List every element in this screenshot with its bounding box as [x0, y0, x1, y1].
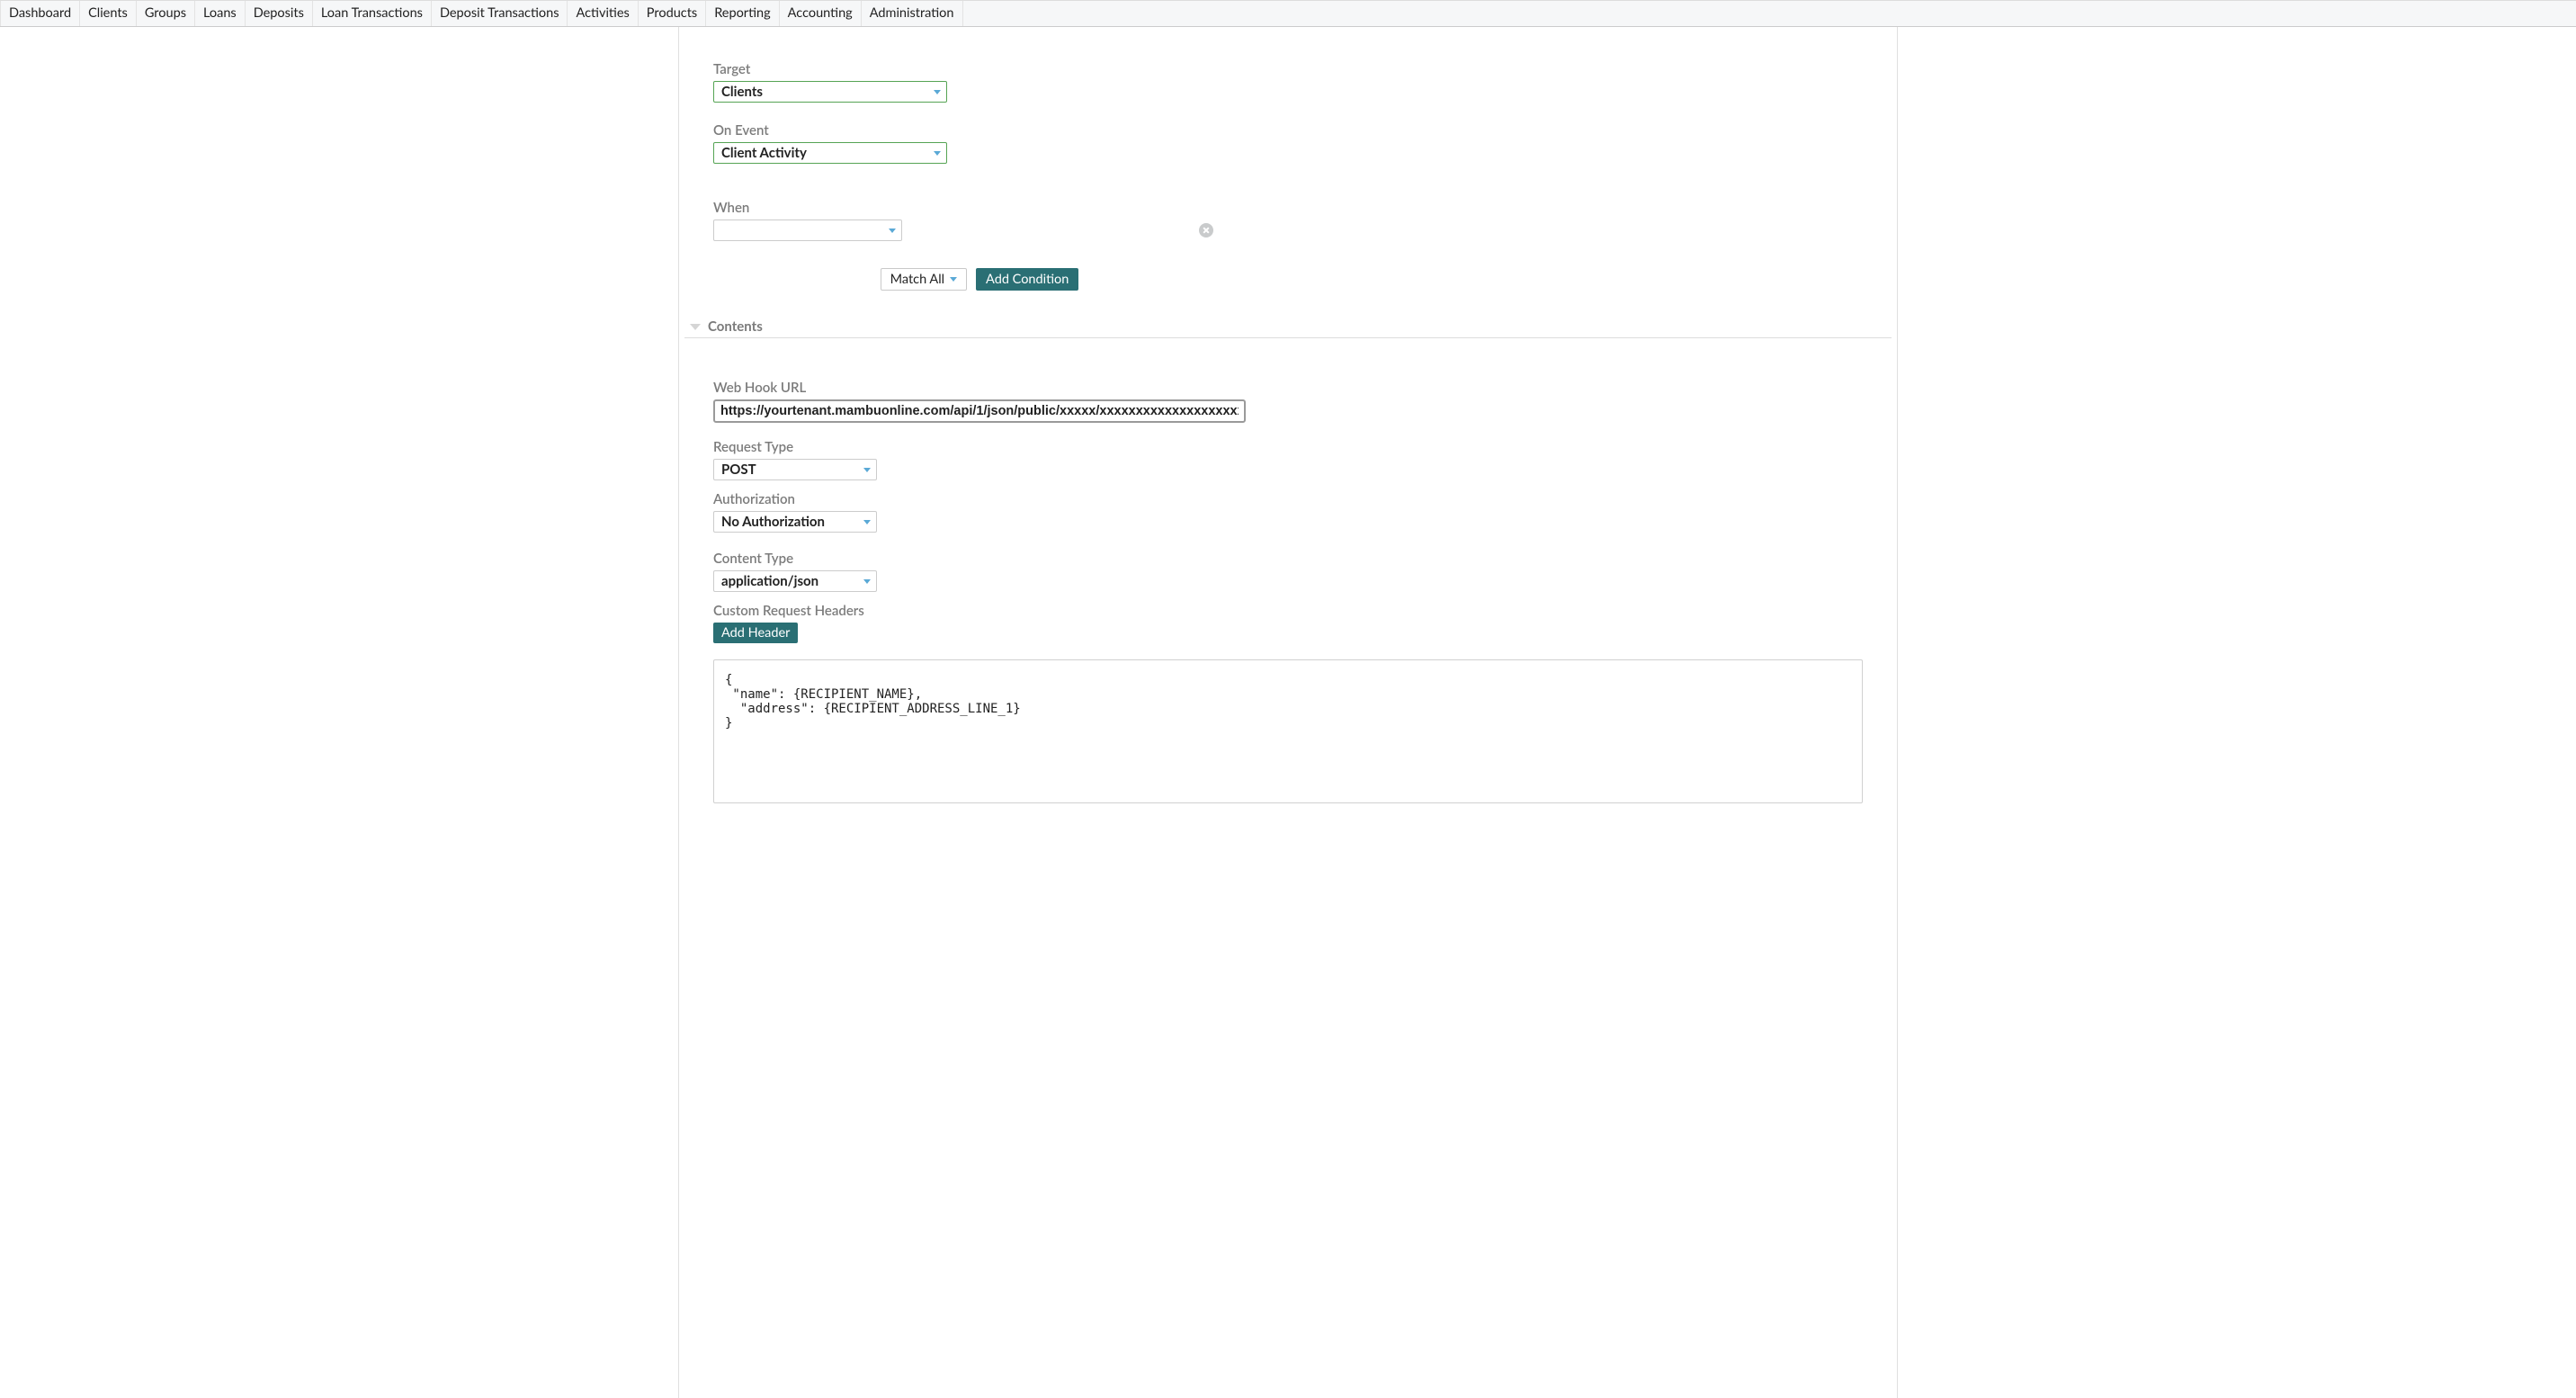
chevron-down-icon	[934, 90, 941, 94]
contents-title: Contents	[708, 318, 763, 335]
collapse-icon[interactable]	[690, 324, 701, 330]
chevron-down-icon	[934, 151, 941, 156]
nav-loan-transactions[interactable]: Loan Transactions	[313, 1, 432, 26]
authorization-value: No Authorization	[714, 514, 876, 530]
target-value: Clients	[714, 84, 946, 100]
nav-reporting[interactable]: Reporting	[706, 1, 779, 26]
match-all-label: Match All	[890, 272, 944, 287]
on-event-value: Client Activity	[714, 145, 946, 161]
chevron-down-icon	[863, 520, 871, 524]
contents-section-header: Contents	[684, 316, 1892, 338]
authorization-label: Authorization	[713, 491, 1863, 507]
chevron-down-icon	[950, 277, 957, 282]
remove-condition-icon[interactable]	[1199, 223, 1213, 237]
match-all-button[interactable]: Match All	[881, 268, 967, 291]
page-container: Target Clients On Event Client Activity …	[678, 27, 1898, 1398]
nav-accounting[interactable]: Accounting	[780, 1, 862, 26]
nav-deposits[interactable]: Deposits	[246, 1, 313, 26]
request-body-input[interactable]: { "name": {RECIPIENT_NAME}, "address": {…	[713, 659, 1863, 803]
custom-headers-label: Custom Request Headers	[713, 603, 1863, 619]
target-label: Target	[713, 61, 1863, 77]
nav-deposit-transactions[interactable]: Deposit Transactions	[432, 1, 568, 26]
add-header-label: Add Header	[721, 625, 790, 641]
nav-dashboard[interactable]: Dashboard	[0, 1, 80, 26]
webhook-url-input[interactable]	[713, 399, 1246, 423]
nav-activities[interactable]: Activities	[568, 1, 638, 26]
content-type-select[interactable]: application/json	[713, 570, 877, 592]
nav-products[interactable]: Products	[639, 1, 706, 26]
add-condition-button[interactable]: Add Condition	[976, 268, 1078, 291]
request-type-value: POST	[714, 462, 876, 478]
when-label: When	[713, 200, 1863, 216]
request-type-label: Request Type	[713, 439, 1863, 455]
content-type-value: application/json	[714, 573, 876, 589]
add-header-button[interactable]: Add Header	[713, 623, 798, 643]
nav-administration[interactable]: Administration	[862, 1, 963, 26]
target-select[interactable]: Clients	[713, 81, 947, 103]
chevron-down-icon	[863, 579, 871, 584]
request-type-select[interactable]: POST	[713, 459, 877, 480]
nav-loans[interactable]: Loans	[195, 1, 246, 26]
chevron-down-icon	[863, 468, 871, 472]
top-nav: Dashboard Clients Groups Loans Deposits …	[0, 0, 2576, 27]
on-event-select[interactable]: Client Activity	[713, 142, 947, 164]
on-event-label: On Event	[713, 122, 1863, 139]
authorization-select[interactable]: No Authorization	[713, 511, 877, 533]
nav-clients[interactable]: Clients	[80, 1, 137, 26]
webhook-url-label: Web Hook URL	[713, 380, 1863, 396]
nav-groups[interactable]: Groups	[137, 1, 195, 26]
content-type-label: Content Type	[713, 551, 1863, 567]
chevron-down-icon	[889, 229, 896, 233]
when-select[interactable]	[713, 220, 902, 241]
add-condition-label: Add Condition	[986, 272, 1069, 287]
